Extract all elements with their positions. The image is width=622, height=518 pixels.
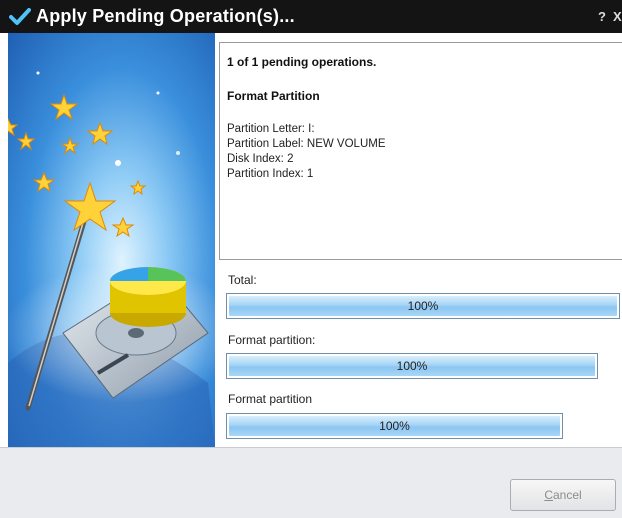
partition-label: Partition Label: NEW VOLUME <box>227 138 386 150</box>
cancel-label-rest: ancel <box>552 488 582 502</box>
operation-title: Format Partition <box>227 89 320 103</box>
partition-letter: Partition Letter: I: <box>227 123 315 135</box>
dialog-footer: Cancel <box>0 447 622 518</box>
step-progress-label: Format partition <box>228 392 313 406</box>
title-bar: Apply Pending Operation(s)... ? X <box>0 0 622 33</box>
format-progress-bar: 100% <box>226 353 598 379</box>
format-progress-percent: 100% <box>396 359 428 373</box>
cancel-mnemonic: C <box>544 488 553 502</box>
total-progress-bar: 100% <box>226 293 620 319</box>
step-progress-percent: 100% <box>379 419 410 433</box>
step-progress-bar: 100% <box>226 413 563 439</box>
partition-index: Partition Index: 1 <box>227 168 314 180</box>
total-progress-percent: 100% <box>407 299 439 313</box>
help-button[interactable]: ? <box>598 9 606 24</box>
operation-count: 1 of 1 pending operations. <box>227 55 377 69</box>
disk-index: Disk Index: 2 <box>227 153 294 165</box>
magic-wand-disk-illustration <box>8 71 215 447</box>
operation-details-panel: 1 of 1 pending operations. Format Partit… <box>219 42 622 260</box>
wizard-artwork <box>8 33 215 447</box>
cancel-button[interactable]: Cancel <box>510 479 616 511</box>
total-progress-label: Total: <box>228 273 257 287</box>
format-progress-label: Format partition: <box>228 333 316 347</box>
apply-pending-operations-dialog: Apply Pending Operation(s)... ? X 1 of 1… <box>0 0 622 518</box>
checkmark-icon <box>9 8 31 25</box>
close-button[interactable]: X <box>613 9 622 24</box>
window-title: Apply Pending Operation(s)... <box>36 6 295 26</box>
